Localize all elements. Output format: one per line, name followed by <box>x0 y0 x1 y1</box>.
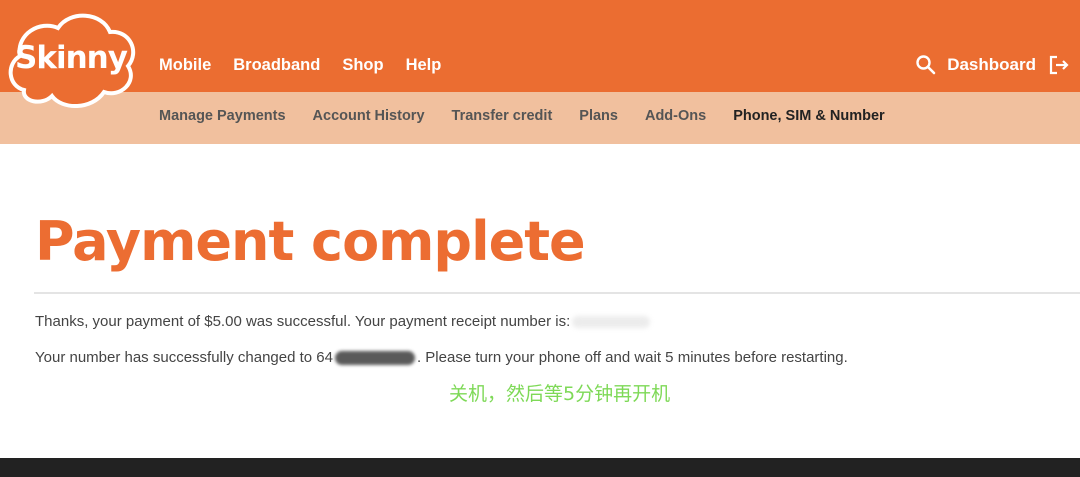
nav-mobile[interactable]: Mobile <box>159 56 211 75</box>
redacted-receipt-number <box>572 315 651 328</box>
page-title: Payment complete <box>35 210 586 273</box>
number-change-suffix: . Please turn your phone off and wait 5 … <box>416 349 848 366</box>
footer-bar <box>0 458 1080 477</box>
subnav-plans[interactable]: Plans <box>579 108 618 124</box>
number-change-message: Your number has successfully changed to … <box>35 349 848 366</box>
header-bar <box>0 0 1080 92</box>
payment-success-text: Thanks, your payment of $5.00 was succes… <box>35 313 571 330</box>
dashboard-link[interactable]: Dashboard <box>947 55 1036 75</box>
annotation-text: 关机，然后等5分钟再开机 <box>449 383 671 405</box>
logout-icon[interactable] <box>1048 54 1070 76</box>
title-divider <box>34 292 1080 294</box>
redacted-phone-number <box>334 350 415 365</box>
account-nav: Dashboard <box>915 54 1070 76</box>
nav-broadband[interactable]: Broadband <box>233 56 320 75</box>
nav-help[interactable]: Help <box>406 56 442 75</box>
main-nav: Mobile Broadband Shop Help <box>159 56 463 75</box>
subnav-phone-sim-number[interactable]: Phone, SIM & Number <box>733 108 884 124</box>
subnav-add-ons[interactable]: Add-Ons <box>645 108 706 124</box>
search-icon[interactable] <box>915 54 937 76</box>
sub-nav: Manage Payments Account History Transfer… <box>159 108 912 124</box>
number-change-prefix: Your number has successfully changed to … <box>35 349 333 366</box>
nav-shop[interactable]: Shop <box>342 56 383 75</box>
payment-success-message: Thanks, your payment of $5.00 was succes… <box>35 313 651 330</box>
logo-text: Skinny <box>15 40 128 76</box>
skinny-logo[interactable]: Skinny <box>6 12 136 112</box>
subnav-account-history[interactable]: Account History <box>313 108 425 124</box>
subnav-manage-payments[interactable]: Manage Payments <box>159 108 286 124</box>
subnav-transfer-credit[interactable]: Transfer credit <box>452 108 553 124</box>
